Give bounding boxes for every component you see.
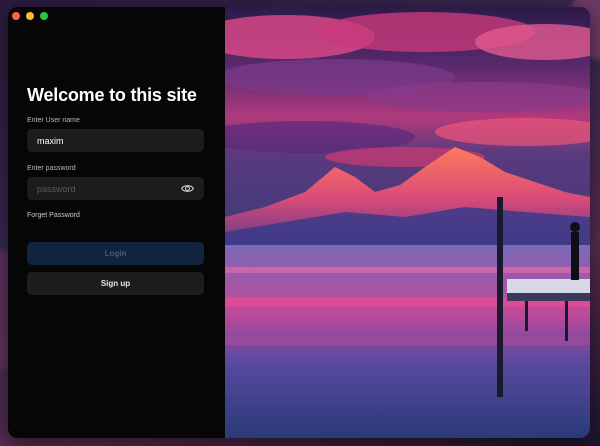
minimize-window-button[interactable] (26, 12, 34, 20)
window-controls (12, 12, 48, 20)
app-window: Welcome to this site Enter User name Ent… (8, 7, 590, 438)
login-button[interactable]: Login (27, 242, 204, 265)
eye-icon[interactable] (181, 183, 194, 194)
close-window-button[interactable] (12, 12, 20, 20)
password-input[interactable] (27, 177, 204, 200)
username-input[interactable] (27, 129, 204, 152)
username-label: Enter User name (27, 117, 80, 124)
hero-image (225, 7, 590, 438)
password-field (27, 177, 204, 200)
password-label: Enter password (27, 165, 76, 172)
forgot-password-link[interactable]: Forget Password (27, 212, 80, 219)
login-panel: Welcome to this site Enter User name Ent… (8, 7, 225, 438)
page-title: Welcome to this site (27, 85, 197, 105)
lake-mountain-sunset-image (225, 7, 590, 438)
maximize-window-button[interactable] (40, 12, 48, 20)
signup-button[interactable]: Sign up (27, 272, 204, 295)
